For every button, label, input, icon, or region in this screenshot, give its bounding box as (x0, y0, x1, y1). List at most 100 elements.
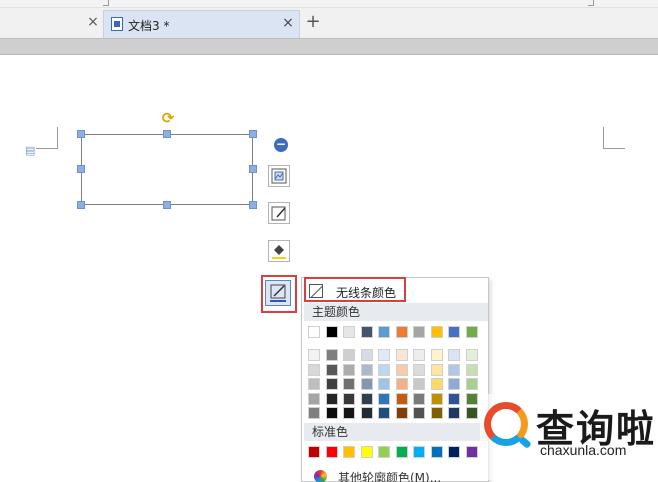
shape-style-icon (271, 206, 286, 221)
watermark-domain: chaxunla.com (540, 442, 627, 458)
resize-handle-bottom[interactable] (163, 201, 171, 209)
margin-corner-top-right (603, 127, 625, 149)
theme-shade-swatch[interactable] (378, 392, 390, 405)
theme-shade-swatch[interactable] (308, 407, 320, 419)
theme-color-swatch[interactable] (430, 326, 443, 338)
layout-options-button[interactable] (268, 165, 290, 187)
theme-shade-swatch[interactable] (343, 378, 355, 390)
tab-bar: × 文档3 * × + (0, 8, 658, 38)
standard-color-swatch[interactable] (430, 446, 443, 458)
theme-shade-swatch[interactable] (448, 363, 460, 376)
theme-shade-swatch[interactable] (465, 363, 478, 376)
theme-shade-swatch[interactable] (413, 407, 425, 419)
watermark: 查询啦 chaxunla.com (480, 394, 658, 480)
theme-shade-swatch[interactable] (465, 392, 478, 405)
theme-shade-swatch[interactable] (430, 407, 443, 419)
theme-shade-swatch[interactable] (395, 407, 408, 419)
outline-color-menu: 无线条颜色 主题颜色 标准色 其他轮廓颜色(M)... (301, 277, 489, 482)
theme-shade-swatch[interactable] (325, 349, 338, 361)
theme-shade-swatch[interactable] (360, 363, 373, 376)
theme-shade-swatch[interactable] (360, 378, 373, 390)
theme-shade-swatch[interactable] (448, 392, 460, 405)
theme-shade-swatch[interactable] (343, 407, 355, 419)
theme-shade-swatch[interactable] (378, 363, 390, 376)
standard-color-swatch[interactable] (378, 446, 390, 458)
standard-color-swatch[interactable] (343, 446, 355, 458)
theme-shade-swatch[interactable] (325, 378, 338, 390)
standard-colors-header: 标准色 (304, 423, 488, 441)
ruler-mark (103, 0, 109, 6)
theme-color-swatch[interactable] (325, 326, 338, 338)
theme-shade-swatch[interactable] (448, 378, 460, 390)
theme-shade-swatch[interactable] (413, 392, 425, 405)
theme-shade-swatch[interactable] (448, 407, 460, 419)
theme-shade-swatch[interactable] (395, 378, 408, 390)
new-tab-button[interactable]: + (304, 13, 322, 31)
theme-shade-swatch[interactable] (308, 378, 320, 390)
theme-shade-swatch[interactable] (395, 349, 408, 361)
theme-shade-swatch[interactable] (378, 378, 390, 390)
theme-shade-swatch[interactable] (378, 407, 390, 419)
theme-color-swatch[interactable] (308, 326, 320, 338)
theme-color-swatch[interactable] (448, 326, 460, 338)
resize-handle-top[interactable] (163, 130, 171, 138)
theme-color-swatch[interactable] (395, 326, 408, 338)
theme-shade-swatch[interactable] (465, 378, 478, 390)
theme-shade-swatch[interactable] (343, 363, 355, 376)
theme-shade-swatch[interactable] (413, 349, 425, 361)
standard-color-swatch[interactable] (448, 446, 460, 458)
theme-shade-swatch[interactable] (430, 392, 443, 405)
theme-color-swatch[interactable] (465, 326, 478, 338)
theme-shade-swatch[interactable] (343, 349, 355, 361)
theme-color-swatch[interactable] (360, 326, 373, 338)
theme-shade-swatch[interactable] (325, 363, 338, 376)
standard-color-swatch[interactable] (413, 446, 425, 458)
theme-shade-swatch[interactable] (360, 349, 373, 361)
tab-document-3[interactable]: 文档3 * × (103, 10, 300, 38)
theme-shade-swatch[interactable] (465, 349, 478, 361)
theme-shade-swatch[interactable] (413, 378, 425, 390)
resize-handle-bottom-right[interactable] (249, 201, 257, 209)
standard-color-swatch[interactable] (360, 446, 373, 458)
previous-tab-close-button[interactable]: × (86, 14, 100, 30)
theme-shade-swatch[interactable] (413, 363, 425, 376)
tab-close-button[interactable]: × (281, 15, 295, 31)
theme-shade-swatch[interactable] (308, 349, 320, 361)
standard-color-swatch[interactable] (325, 446, 338, 458)
standard-color-swatch[interactable] (465, 446, 478, 458)
theme-shade-swatch[interactable] (308, 363, 320, 376)
theme-shade-swatch[interactable] (430, 349, 443, 361)
theme-shade-swatch[interactable] (343, 392, 355, 405)
theme-shade-swatch[interactable] (430, 378, 443, 390)
theme-shade-swatch[interactable] (325, 392, 338, 405)
theme-shade-swatch[interactable] (430, 363, 443, 376)
theme-shade-swatch[interactable] (395, 392, 408, 405)
resize-handle-bottom-left[interactable] (77, 201, 85, 209)
shape-style-button[interactable] (268, 202, 290, 224)
resize-handle-left[interactable] (77, 165, 85, 173)
search-magnifier-logo-icon (484, 402, 528, 446)
theme-shade-swatch[interactable] (448, 349, 460, 361)
resize-handle-top-left[interactable] (77, 130, 85, 138)
theme-color-swatch[interactable] (413, 326, 425, 338)
theme-shade-swatch[interactable] (360, 407, 373, 419)
theme-color-swatch[interactable] (378, 326, 390, 338)
theme-shade-swatch[interactable] (378, 349, 390, 361)
standard-color-swatch[interactable] (395, 446, 408, 458)
theme-shade-swatch[interactable] (308, 392, 320, 405)
more-outline-colors-item[interactable]: 其他轮廓颜色(M)... (306, 468, 486, 482)
collapse-toolbar-button[interactable]: − (274, 138, 288, 152)
toolbar-band (0, 38, 658, 55)
theme-shade-swatch[interactable] (325, 407, 338, 419)
paragraph-anchor-icon: ▤ (25, 144, 36, 157)
rotate-handle-icon[interactable]: ⟳ (160, 110, 176, 126)
theme-color-swatch[interactable] (343, 326, 355, 338)
resize-handle-top-right[interactable] (249, 130, 257, 138)
fill-color-button[interactable] (268, 240, 290, 262)
theme-shade-swatch[interactable] (465, 407, 478, 419)
standard-color-swatch[interactable] (308, 446, 320, 458)
rectangle-shape[interactable] (81, 134, 253, 205)
resize-handle-right[interactable] (249, 165, 257, 173)
theme-shade-swatch[interactable] (395, 363, 408, 376)
theme-shade-swatch[interactable] (360, 392, 373, 405)
